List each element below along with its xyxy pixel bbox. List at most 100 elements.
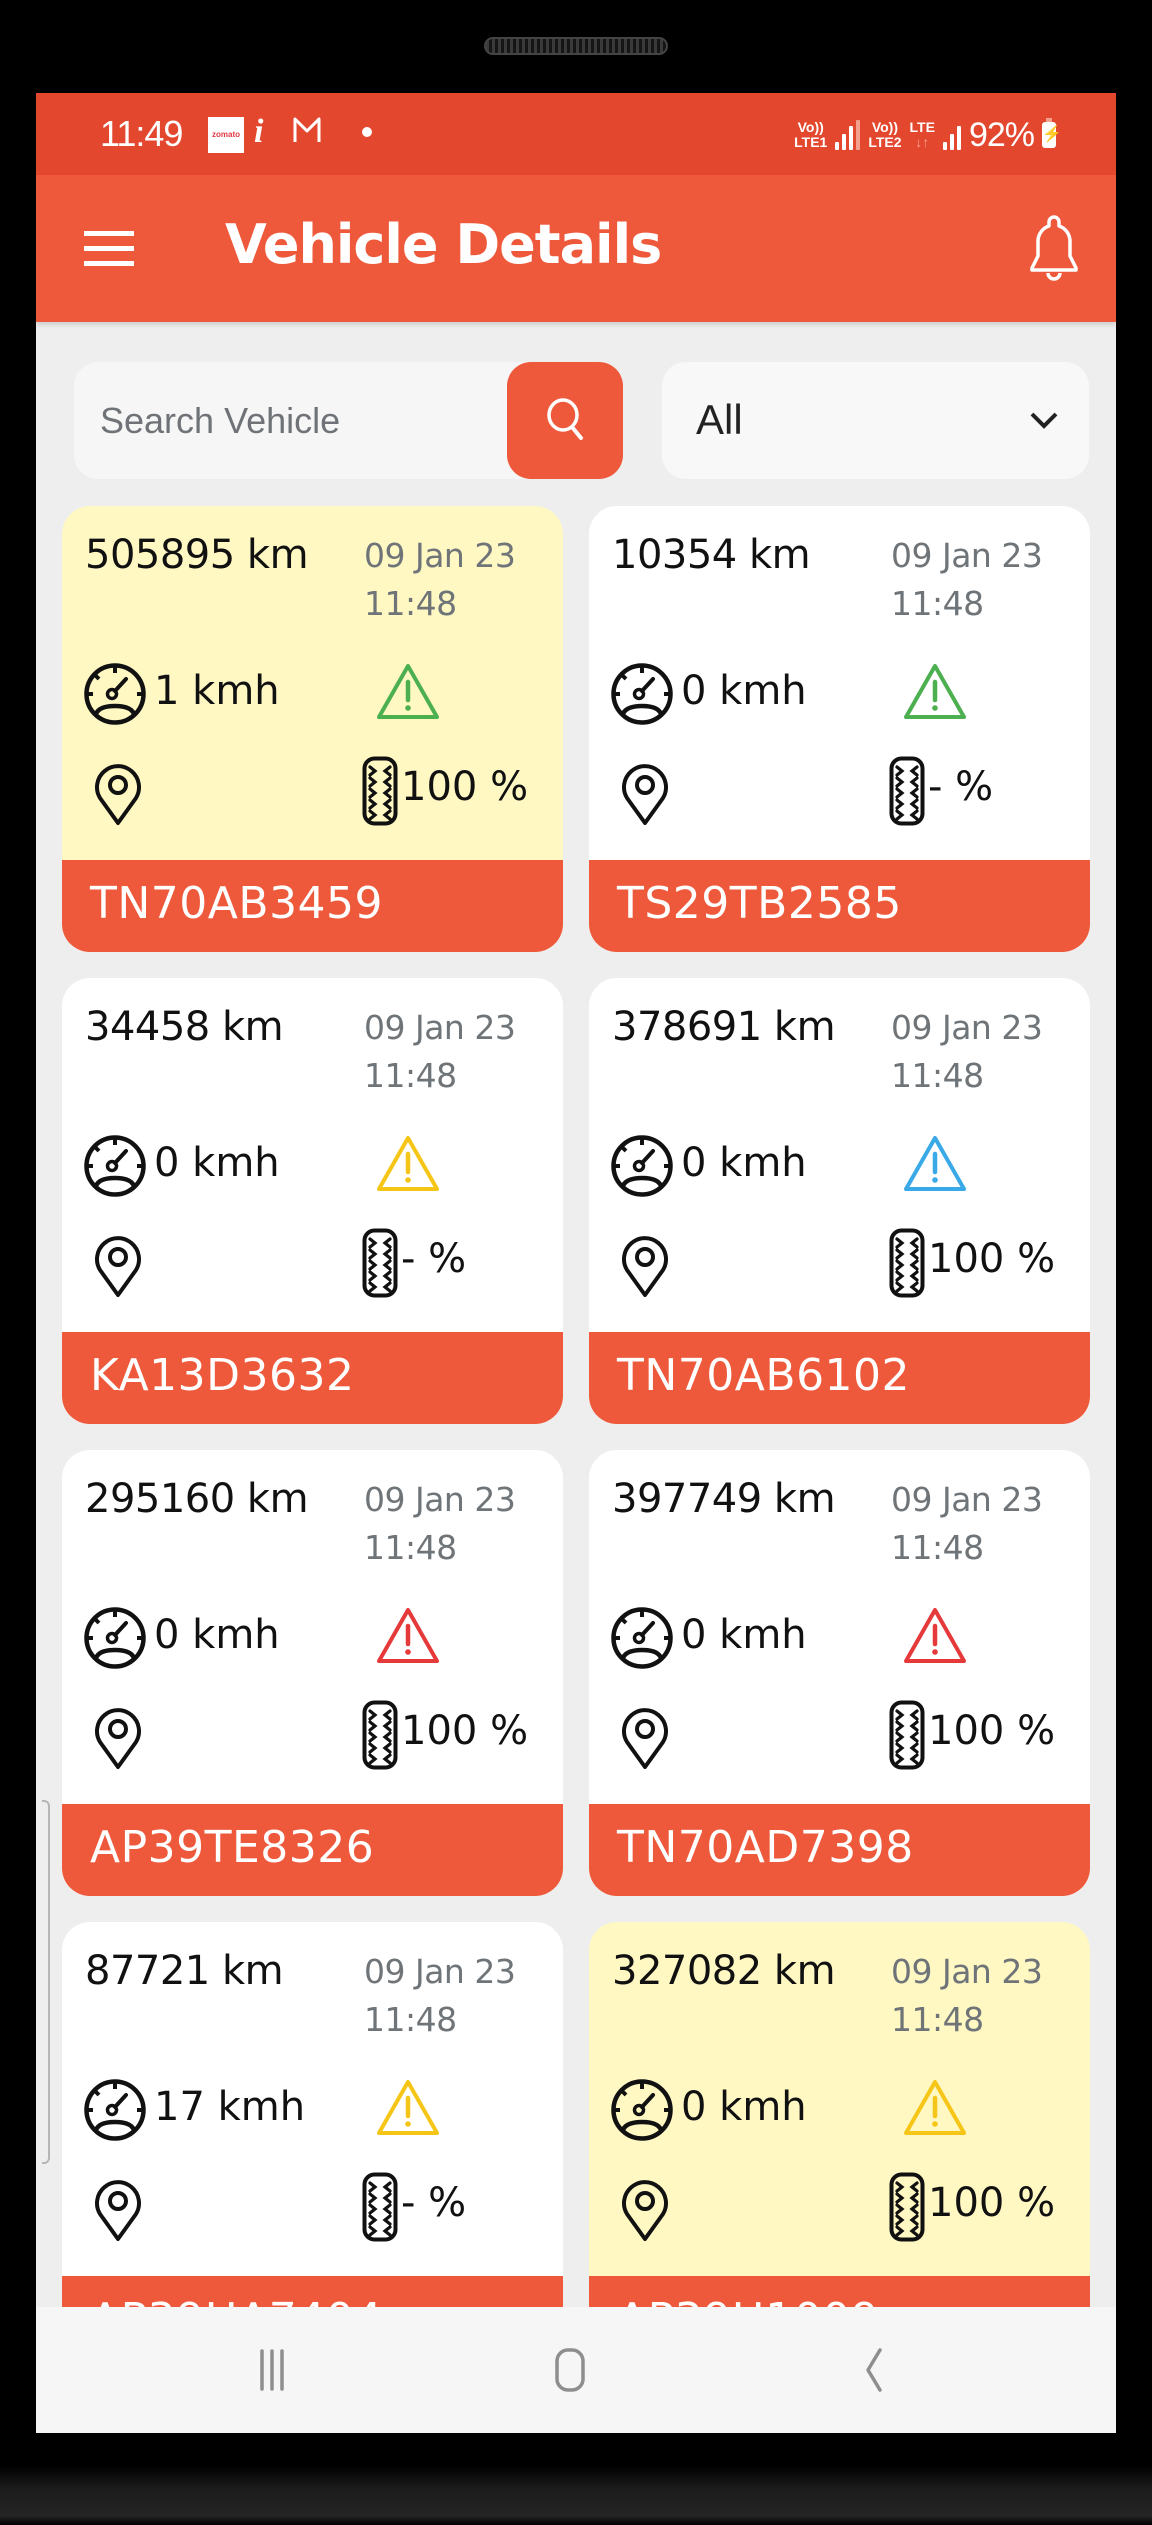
alert-warning-icon[interactable] xyxy=(375,662,441,722)
signal-sim2-icon xyxy=(942,120,961,150)
vehicle-card[interactable]: 34458 km 09 Jan 23 11:48 0 kmh - % KA13D… xyxy=(62,978,563,1424)
back-button[interactable] xyxy=(842,2345,902,2395)
device-frame-top xyxy=(0,0,1152,93)
last-update-time: 11:48 xyxy=(364,1528,457,1567)
odometer-reading: 10354 km xyxy=(612,532,811,578)
zomato-icon: zomato xyxy=(208,117,244,153)
last-update-timestamp: 09 Jan 23 11:48 xyxy=(891,532,1043,628)
hamburger-menu-icon[interactable] xyxy=(84,231,134,267)
location-pin-icon[interactable] xyxy=(93,2178,143,2242)
speedometer-icon xyxy=(84,663,146,725)
location-pin-icon[interactable] xyxy=(620,1706,670,1770)
mobile-data-icon: LTE ↓↑ xyxy=(909,119,935,150)
edge-panel-handle[interactable] xyxy=(42,1800,50,2164)
last-update-timestamp: 09 Jan 23 11:48 xyxy=(364,1948,516,2044)
tyre-health-percent: 100 % xyxy=(928,1236,1056,1282)
vehicle-plate-number: TN70AB3459 xyxy=(90,878,384,929)
last-update-time: 11:48 xyxy=(891,2000,984,2039)
odometer-reading: 397749 km xyxy=(612,1476,836,1522)
tyre-icon xyxy=(889,1700,925,1770)
volte-sim2-icon: Vo)) LTE2 xyxy=(868,119,902,150)
vehicle-card[interactable]: 87721 km 09 Jan 23 11:48 17 kmh - % xyxy=(62,1922,563,2368)
alert-warning-icon[interactable] xyxy=(375,2078,441,2138)
vehicle-plate-number: TS29TB2585 xyxy=(617,878,902,929)
odometer-reading: 505895 km xyxy=(85,532,309,578)
last-update-timestamp: 09 Jan 23 11:48 xyxy=(364,1476,516,1572)
alert-warning-icon[interactable] xyxy=(902,662,968,722)
vehicle-plate-number: AP39TE8326 xyxy=(90,1822,375,1873)
device-frame-bottom xyxy=(0,2433,1152,2525)
vehicle-plate-number: TN70AB6102 xyxy=(617,1350,911,1401)
odometer-reading: 378691 km xyxy=(612,1004,836,1050)
speedometer-icon xyxy=(611,1135,673,1197)
last-update-time: 11:48 xyxy=(891,1528,984,1567)
system-navigation-bar xyxy=(36,2307,1116,2433)
vehicle-filter-dropdown[interactable]: All xyxy=(662,362,1089,479)
tyre-health-percent: 100 % xyxy=(401,1708,529,1754)
tyre-icon xyxy=(362,1228,398,1298)
alert-warning-icon[interactable] xyxy=(375,1606,441,1666)
current-speed: 1 kmh xyxy=(154,668,280,714)
plate-number-bar: AP39TE8326 xyxy=(62,1804,563,1896)
phone-screen: 11:49 zomato i Vo)) LTE1 Vo)) LTE2 LTE ↓↑ 9… xyxy=(36,93,1116,2433)
location-pin-icon[interactable] xyxy=(93,1706,143,1770)
device-speaker-grille xyxy=(484,37,668,55)
speedometer-icon xyxy=(84,1135,146,1197)
speedometer-icon xyxy=(84,2079,146,2141)
alert-warning-icon[interactable] xyxy=(902,2078,968,2138)
location-pin-icon[interactable] xyxy=(620,2178,670,2242)
icici-icon: i xyxy=(254,113,264,150)
tyre-health-percent: 100 % xyxy=(401,764,529,810)
vehicle-card[interactable]: 10354 km 09 Jan 23 11:48 0 kmh - % TS29T… xyxy=(589,506,1090,952)
vehicle-card[interactable]: 295160 km 09 Jan 23 11:48 0 kmh 100 % AP… xyxy=(62,1450,563,1896)
battery-percent: 92% xyxy=(968,115,1035,154)
status-bar: 11:49 zomato i Vo)) LTE1 Vo)) LTE2 LTE ↓↑ 9… xyxy=(36,93,1116,175)
location-pin-icon[interactable] xyxy=(620,1234,670,1298)
tyre-health-percent: - % xyxy=(928,764,994,810)
tyre-icon xyxy=(362,2172,398,2242)
last-update-date: 09 Jan 23 xyxy=(364,536,516,575)
app-bar: Vehicle Details xyxy=(36,175,1116,322)
plate-number-bar: TN70AB6102 xyxy=(589,1332,1090,1424)
volte-sim1-icon: Vo)) LTE1 xyxy=(794,119,828,150)
speedometer-icon xyxy=(611,663,673,725)
last-update-date: 09 Jan 23 xyxy=(364,1480,516,1519)
alert-warning-icon[interactable] xyxy=(902,1134,968,1194)
alert-warning-icon[interactable] xyxy=(375,1134,441,1194)
last-update-time: 11:48 xyxy=(891,584,984,623)
tyre-icon xyxy=(362,1700,398,1770)
plate-number-bar: KA13D3632 xyxy=(62,1332,563,1424)
search-vehicle-input[interactable] xyxy=(100,362,500,479)
vehicle-card[interactable]: 397749 km 09 Jan 23 11:48 0 kmh 100 % TN… xyxy=(589,1450,1090,1896)
vehicle-plate-number: TN70AD7398 xyxy=(617,1822,914,1873)
last-update-timestamp: 09 Jan 23 11:48 xyxy=(364,532,516,628)
location-pin-icon[interactable] xyxy=(620,762,670,826)
home-button[interactable] xyxy=(540,2345,600,2395)
current-speed: 0 kmh xyxy=(681,2084,807,2130)
last-update-time: 11:48 xyxy=(364,584,457,623)
vehicle-card[interactable]: 378691 km 09 Jan 23 11:48 0 kmh 100 % TN… xyxy=(589,978,1090,1424)
current-speed: 0 kmh xyxy=(681,1140,807,1186)
recent-apps-button[interactable] xyxy=(242,2345,302,2395)
tyre-health-percent: - % xyxy=(401,1236,467,1282)
current-speed: 0 kmh xyxy=(154,1612,280,1658)
tyre-health-percent: 100 % xyxy=(928,1708,1056,1754)
location-pin-icon[interactable] xyxy=(93,1234,143,1298)
current-speed: 0 kmh xyxy=(681,1612,807,1658)
plate-number-bar: TS29TB2585 xyxy=(589,860,1090,952)
last-update-date: 09 Jan 23 xyxy=(891,536,1043,575)
last-update-timestamp: 09 Jan 23 11:48 xyxy=(364,1004,516,1100)
dropdown-selected-value: All xyxy=(696,396,743,443)
alert-warning-icon[interactable] xyxy=(902,1606,968,1666)
location-pin-icon[interactable] xyxy=(93,762,143,826)
last-update-date: 09 Jan 23 xyxy=(891,1008,1043,1047)
current-speed: 0 kmh xyxy=(681,668,807,714)
bell-icon[interactable] xyxy=(1024,213,1084,285)
odometer-reading: 87721 km xyxy=(85,1948,284,1994)
search-button[interactable] xyxy=(507,362,623,479)
vehicle-card[interactable]: 327082 km 09 Jan 23 11:48 0 kmh 100 % xyxy=(589,1922,1090,2368)
vehicle-card[interactable]: 505895 km 09 Jan 23 11:48 1 kmh 100 % TN… xyxy=(62,506,563,952)
last-update-date: 09 Jan 23 xyxy=(364,1008,516,1047)
last-update-date: 09 Jan 23 xyxy=(891,1952,1043,1991)
odometer-reading: 295160 km xyxy=(85,1476,309,1522)
